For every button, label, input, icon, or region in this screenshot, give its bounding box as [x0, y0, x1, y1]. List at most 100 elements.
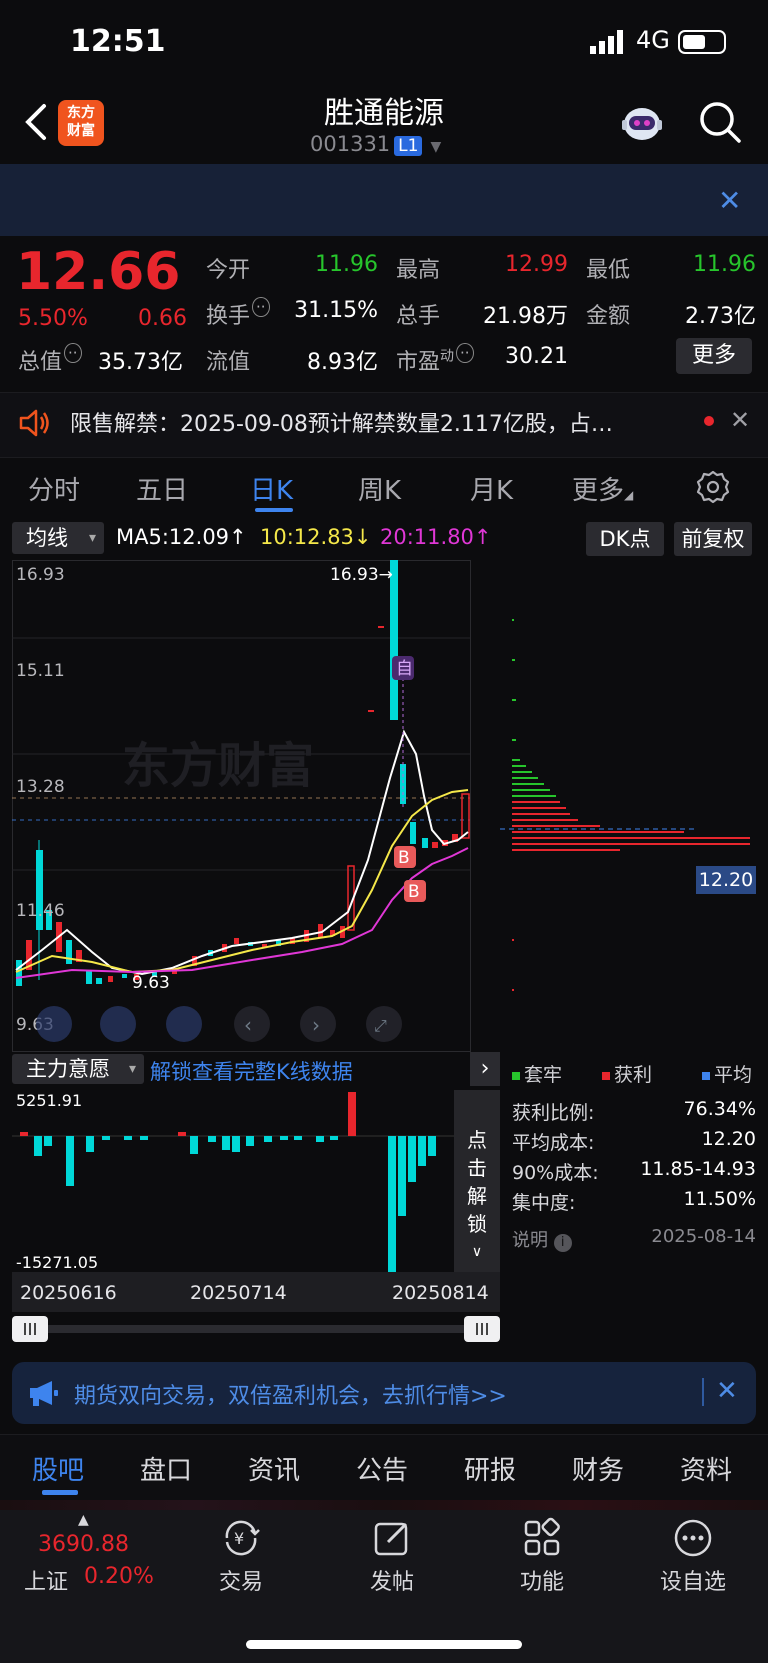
- status-time: 12:51: [70, 24, 166, 59]
- edit-icon[interactable]: [370, 1516, 414, 1560]
- amount-label: 金额: [586, 304, 631, 329]
- info-icon[interactable]: ··: [456, 343, 474, 363]
- ma-select[interactable]: 均线: [12, 522, 104, 554]
- nav-function[interactable]: 功能: [492, 1564, 592, 1596]
- top-banner[interactable]: [0, 164, 768, 236]
- legend-average: 平均: [702, 1060, 752, 1087]
- nav-post[interactable]: 发帖: [342, 1564, 442, 1596]
- tab-fenshi[interactable]: 分时: [28, 470, 80, 507]
- chip-distribution-chart: [500, 560, 760, 1052]
- change-amount: 0.66: [138, 306, 187, 331]
- mcap-value: 35.73亿: [98, 350, 183, 375]
- info-icon[interactable]: ··: [252, 297, 270, 317]
- min-price-label: 9.63: [132, 973, 170, 993]
- gear-icon[interactable]: [696, 470, 730, 504]
- chip-date: 2025-08-14: [651, 1226, 756, 1247]
- nav-add-watchlist[interactable]: 设自选: [643, 1564, 743, 1596]
- volume-label: 总手: [396, 304, 441, 329]
- index-value[interactable]: 3690.88: [38, 1532, 129, 1557]
- unread-dot: [704, 416, 714, 426]
- divider: [702, 1378, 704, 1406]
- marker-zi-text: 自: [396, 659, 413, 679]
- tab-announcement[interactable]: 公告: [356, 1450, 408, 1487]
- robot-assistant-icon[interactable]: [618, 100, 666, 146]
- y-axis-label: 13.28: [16, 777, 65, 797]
- unlock-link[interactable]: 解锁查看完整K线数据: [150, 1056, 353, 1086]
- adjust-button[interactable]: 前复权: [674, 522, 752, 556]
- caret-up-icon: ▲: [78, 1512, 89, 1528]
- watermark: 东方财富: [122, 738, 314, 794]
- info-icon[interactable]: ··: [64, 343, 82, 363]
- tab-research[interactable]: 研报: [464, 1450, 516, 1487]
- pe-value: 30.21: [505, 344, 568, 369]
- pe-type: 动: [440, 348, 455, 365]
- date-label: 20250814: [392, 1282, 489, 1304]
- more-dots-icon[interactable]: [671, 1516, 715, 1560]
- tab-wuri[interactable]: 五日: [136, 470, 188, 507]
- explain-link[interactable]: 说明 i: [512, 1226, 572, 1252]
- tab-news[interactable]: 资讯: [248, 1450, 300, 1487]
- trade-icon[interactable]: ¥: [219, 1516, 263, 1560]
- low-label: 最低: [586, 258, 631, 283]
- tab-finance[interactable]: 财务: [572, 1450, 624, 1487]
- index-change[interactable]: 0.20%: [84, 1564, 154, 1589]
- turnover-value: 31.15%: [294, 298, 378, 323]
- tab-daily-k[interactable]: 日K: [250, 470, 293, 507]
- high-label: 最高: [396, 258, 441, 283]
- dk-point-button[interactable]: DK点: [586, 522, 664, 556]
- megaphone-icon: [30, 1381, 58, 1406]
- turnover-label-text: 换手: [206, 304, 251, 329]
- low-value: 11.96: [693, 252, 756, 277]
- speaker-icon: [19, 409, 49, 437]
- marker-b-text: B: [398, 848, 410, 868]
- tab-more[interactable]: 更多◢: [572, 470, 633, 507]
- svg-text:¥: ¥: [234, 1529, 244, 1548]
- grid-icon[interactable]: [520, 1516, 564, 1560]
- close-icon[interactable]: ✕: [718, 184, 741, 217]
- nav-trade[interactable]: 交易: [191, 1564, 291, 1596]
- chevron-right-icon[interactable]: ›: [470, 1052, 500, 1086]
- svg-text:›: ›: [312, 1013, 320, 1037]
- battery-icon: [678, 30, 726, 54]
- stat-label: 平均成本:: [512, 1132, 595, 1154]
- tab-monthly-k[interactable]: 月K: [470, 470, 513, 507]
- more-button[interactable]: 更多: [676, 338, 752, 374]
- ma20-value: 20:11.80↑: [380, 525, 492, 549]
- divider: [0, 1500, 768, 1510]
- range-scroller[interactable]: [12, 1316, 500, 1342]
- index-name[interactable]: 上证: [24, 1564, 68, 1596]
- level-badge: L1: [394, 136, 423, 156]
- close-icon[interactable]: ✕: [716, 1376, 738, 1406]
- y-axis-label: 16.93: [16, 565, 65, 585]
- search-icon[interactable]: [698, 100, 742, 144]
- close-icon[interactable]: ✕: [730, 406, 750, 434]
- tab-weekly-k[interactable]: 周K: [358, 470, 401, 507]
- stat-value: 12.20: [701, 1128, 756, 1150]
- stat-value: 76.34%: [683, 1098, 756, 1120]
- y-axis-label: 15.11: [16, 661, 65, 681]
- home-indicator[interactable]: [246, 1640, 522, 1649]
- open-label: 今开: [206, 258, 251, 283]
- amount-value: 2.73亿: [685, 304, 756, 329]
- kline-chart[interactable]: 东方财富 自 B B 16.93→ 9.63 16.93 15.11 13.28…: [12, 560, 500, 1052]
- stock-code-selector[interactable]: 001331 L1 ▼: [310, 132, 441, 156]
- tab-pankou[interactable]: 盘口: [140, 1450, 192, 1487]
- current-price: 12.66: [16, 242, 181, 302]
- explain-label: 说明: [512, 1230, 548, 1251]
- tab-guba[interactable]: 股吧: [32, 1450, 84, 1487]
- indicator-select[interactable]: 主力意愿: [12, 1054, 144, 1084]
- high-value: 12.99: [505, 252, 568, 277]
- click-unlock-label: 点击解锁: [467, 1128, 487, 1236]
- pe-label-text: 市盈: [396, 350, 441, 375]
- turnover-label: 换手 ··: [206, 297, 270, 330]
- indicator-min: -15271.05: [16, 1253, 98, 1272]
- click-unlock-button[interactable]: 点击解锁 ∨: [454, 1090, 500, 1272]
- chevron-down-icon: ∨: [471, 1244, 483, 1260]
- float-value: 8.93亿: [307, 350, 378, 375]
- ma5-value: MA5:12.09↑: [116, 525, 247, 549]
- tab-profile[interactable]: 资料: [680, 1450, 732, 1487]
- active-tab-indicator: [255, 508, 293, 512]
- stat-label: 获利比例:: [512, 1102, 595, 1124]
- legend-trapped: 套牢: [512, 1060, 562, 1087]
- mcap-label-text: 总值: [18, 350, 63, 375]
